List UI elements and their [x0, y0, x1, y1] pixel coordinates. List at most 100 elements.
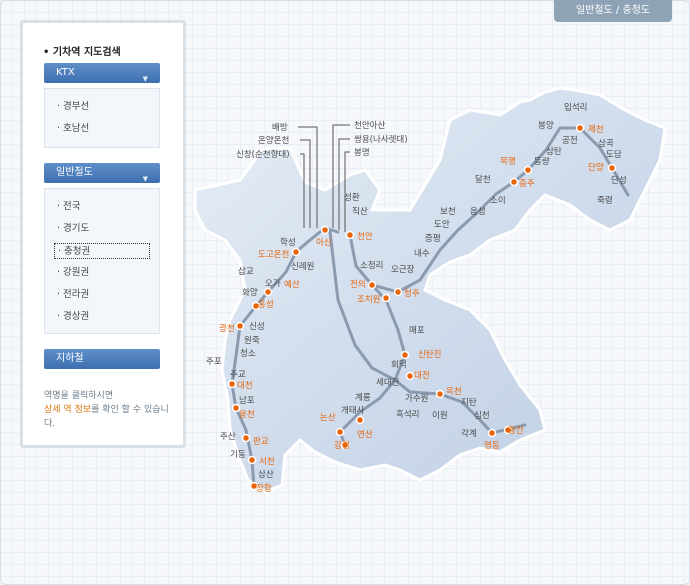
- station-label[interactable]: 단성: [611, 175, 627, 186]
- station-label[interactable]: 대천: [237, 380, 253, 391]
- station-label[interactable]: 아산: [316, 237, 332, 248]
- station-label[interactable]: 심천: [474, 410, 490, 421]
- station-label[interactable]: 쌍용(나사렛대): [354, 134, 408, 145]
- station-label[interactable]: 도안: [434, 219, 450, 230]
- station-label[interactable]: 화양: [242, 287, 258, 298]
- station-label[interactable]: 도고온천: [258, 249, 289, 260]
- general-rail-category-label: 일반철도: [56, 167, 93, 178]
- station-label[interactable]: 오가: [265, 279, 281, 289]
- station-label[interactable]: 세대전: [376, 377, 399, 388]
- station-label[interactable]: 매포: [409, 326, 425, 336]
- station-label[interactable]: 흑석리: [396, 409, 419, 420]
- menu-item-gyeongbu[interactable]: · 경부선: [57, 99, 153, 115]
- station-label[interactable]: 전의: [350, 279, 366, 290]
- station-label[interactable]: 삼탄: [546, 146, 562, 157]
- station-label[interactable]: 단양: [588, 162, 604, 173]
- station-label[interactable]: 웅천: [239, 409, 255, 420]
- station-label[interactable]: 입석리: [564, 102, 587, 113]
- station-label[interactable]: 도담: [606, 149, 622, 160]
- station-label[interactable]: 이원: [432, 410, 448, 421]
- station-label[interactable]: 소정리: [360, 260, 383, 271]
- station-label[interactable]: 신례원: [291, 261, 314, 272]
- menu-item-jeolla[interactable]: · 전라권: [57, 287, 153, 303]
- station-label[interactable]: 남포: [239, 396, 255, 406]
- station-label[interactable]: 달천: [475, 174, 491, 185]
- station-label[interactable]: 천안: [357, 231, 373, 242]
- station-label[interactable]: 원죽: [244, 336, 260, 346]
- menu-item-nationwide[interactable]: · 전국: [57, 199, 153, 215]
- station-label[interactable]: 기동: [230, 450, 246, 460]
- station-label[interactable]: 봉양: [538, 120, 554, 131]
- station-label[interactable]: 대전: [414, 370, 430, 381]
- general-rail-submenu: · 전국 · 경기도 · 충청권 · 강원권 · 전라권 · 경상권: [44, 188, 160, 334]
- help-note: 역명을 클릭하시면 상세 역 정보를 확인 할 수 있습니다.: [44, 389, 174, 431]
- station-label[interactable]: 황간: [508, 425, 524, 436]
- menu-item-gyeongsang[interactable]: · 경상권: [57, 309, 153, 325]
- menu-item-honam[interactable]: · 호남선: [57, 121, 153, 137]
- menu-item-chungcheong[interactable]: · 충청권: [54, 243, 150, 259]
- station-label[interactable]: 오근장: [391, 264, 415, 275]
- station-label[interactable]: 지탄: [461, 397, 477, 408]
- station-label[interactable]: 영동: [484, 440, 500, 451]
- station-label[interactable]: 옥천: [446, 386, 462, 397]
- station-label[interactable]: 회덕: [391, 359, 407, 370]
- station-label[interactable]: 목행: [500, 156, 516, 167]
- station-label[interactable]: 논산: [320, 412, 336, 423]
- station-label[interactable]: 내수: [414, 249, 430, 259]
- subway-category-button[interactable]: 지하철: [44, 349, 160, 369]
- station-label[interactable]: 신성: [249, 322, 265, 332]
- station-label[interactable]: 판교: [253, 437, 269, 447]
- subway-category-label: 지하철: [56, 353, 84, 364]
- station-label[interactable]: 제천: [588, 124, 604, 135]
- station-label[interactable]: 강경: [334, 440, 350, 451]
- station-label[interactable]: 동량: [534, 156, 550, 167]
- station-label[interactable]: 죽령: [597, 195, 613, 206]
- station-label[interactable]: 직산: [352, 206, 368, 217]
- chevron-down-icon: ▼: [142, 75, 148, 83]
- station-label[interactable]: 온양온천: [258, 135, 289, 146]
- station-label[interactable]: 청소: [240, 349, 256, 359]
- station-label[interactable]: 조치원: [357, 295, 380, 305]
- station-label[interactable]: 소이: [490, 195, 506, 206]
- station-label[interactable]: 보천: [440, 206, 456, 217]
- station-label[interactable]: 주산: [220, 431, 236, 442]
- station-label[interactable]: 삼산: [258, 469, 274, 480]
- station-label[interactable]: 배방: [272, 122, 288, 133]
- chevron-down-icon: ▼: [142, 175, 148, 183]
- station-label[interactable]: 주교: [230, 370, 246, 380]
- ktx-submenu: · 경부선 · 호남선: [44, 88, 160, 148]
- station-label[interactable]: 증평: [425, 233, 441, 244]
- station-label[interactable]: 예산: [284, 279, 300, 290]
- station-label[interactable]: 장항: [256, 483, 272, 494]
- panel-title: • 기차역 지도검색: [43, 47, 121, 58]
- station-label[interactable]: 주포: [206, 357, 222, 367]
- menu-item-gangwon[interactable]: · 강원권: [57, 265, 153, 281]
- general-rail-category-button[interactable]: 일반철도 ▼: [44, 163, 160, 183]
- station-label[interactable]: 홍성: [258, 299, 274, 310]
- station-label[interactable]: 청주: [404, 289, 420, 299]
- station-label[interactable]: 봉명: [354, 147, 370, 158]
- station-label[interactable]: 광천: [219, 323, 235, 334]
- station-label[interactable]: 충주: [519, 179, 535, 189]
- station-label[interactable]: 개태사: [341, 405, 365, 416]
- station-label[interactable]: 공전: [562, 135, 578, 146]
- station-label[interactable]: 성환: [344, 192, 360, 203]
- ktx-category-label: KTX: [56, 67, 75, 78]
- station-label[interactable]: 서천: [259, 456, 275, 467]
- station-label[interactable]: 가수원: [405, 394, 428, 404]
- help-note-emphasis: 상세 역 정보: [44, 405, 92, 415]
- station-label[interactable]: 연산: [357, 429, 373, 440]
- station-label[interactable]: 학성: [280, 237, 296, 248]
- ktx-category-button[interactable]: KTX ▼: [44, 63, 160, 83]
- menu-item-gyeonggi[interactable]: · 경기도: [57, 221, 153, 237]
- station-label[interactable]: 천안아산: [354, 120, 385, 131]
- search-panel: • 기차역 지도검색 KTX ▼ · 경부선 · 호남선 일반철도 ▼ · 전국…: [20, 20, 186, 448]
- station-label[interactable]: 계룡: [355, 392, 371, 403]
- station-label[interactable]: 삽교: [238, 267, 254, 277]
- station-label[interactable]: 삼곡: [598, 138, 614, 149]
- help-note-text: 역명을 클릭하시면: [44, 391, 114, 401]
- station-label[interactable]: 신탄진: [418, 349, 441, 360]
- station-label[interactable]: 음성: [470, 207, 486, 217]
- station-label[interactable]: 신창(순천향대): [236, 149, 290, 160]
- station-label[interactable]: 각계: [461, 428, 477, 439]
